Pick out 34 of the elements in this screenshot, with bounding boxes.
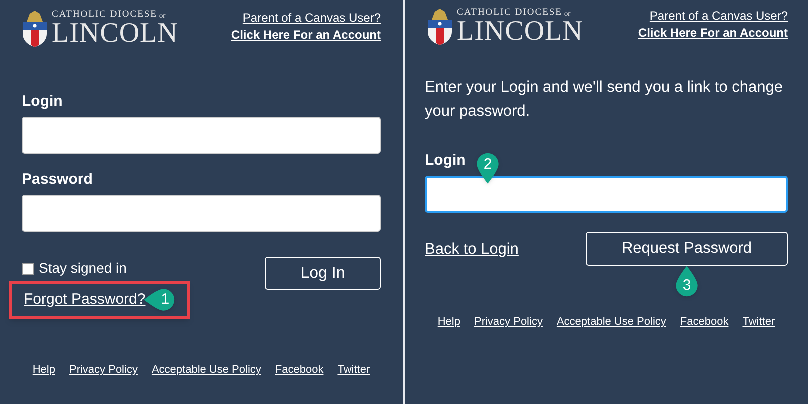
footer-link[interactable]: Privacy Policy [69, 362, 138, 378]
logo-subtitle: CATHOLIC DIOCESE [457, 9, 562, 19]
step-marker: 3 [674, 266, 700, 299]
text-field[interactable] [425, 176, 788, 213]
footer-link[interactable]: Privacy Policy [474, 314, 543, 330]
footer-link[interactable]: Twitter [338, 362, 370, 378]
checkbox[interactable] [22, 262, 34, 274]
login-button[interactable]: Log In [265, 257, 381, 290]
request-password-button[interactable]: Request Password [586, 232, 788, 266]
footer-link[interactable]: Acceptable Use Policy [152, 362, 262, 378]
account-link[interactable]: Click Here For an Account [231, 27, 381, 44]
footer-link[interactable]: Help [438, 314, 460, 330]
footer-link[interactable]: Acceptable Use Policy [556, 314, 666, 330]
logo-title: LINCOLN [52, 20, 178, 47]
field-label: Login [22, 92, 63, 112]
logo-title: LINCOLN [457, 18, 584, 45]
field-label: Password [22, 170, 93, 190]
account-link[interactable]: Click Here For an Account [638, 25, 788, 42]
instruction-text: Enter your Login and we'll send you a link to change your password. [425, 78, 784, 122]
field-label: Login [425, 150, 466, 170]
footer-link[interactable]: Facebook [680, 314, 729, 330]
forgot-password-link[interactable]: Forgot Password? [24, 288, 146, 312]
shield-logo-icon [22, 10, 48, 48]
parent-link[interactable]: Parent of a Canvas User? [242, 10, 381, 27]
text-field[interactable] [22, 195, 381, 232]
text-field[interactable] [22, 117, 381, 154]
back-to-login-link[interactable]: Back to Login [425, 238, 519, 262]
parent-link[interactable]: Parent of a Canvas User? [650, 8, 788, 25]
shield-logo-icon [427, 8, 453, 46]
footer-link[interactable]: Help [32, 362, 56, 378]
footer-link[interactable]: Facebook [275, 362, 324, 378]
logo-subtitle: CATHOLIC DIOCESE [52, 11, 158, 21]
checkbox-label: Stay signed in [39, 259, 127, 278]
footer-link[interactable]: Twitter [742, 314, 776, 330]
